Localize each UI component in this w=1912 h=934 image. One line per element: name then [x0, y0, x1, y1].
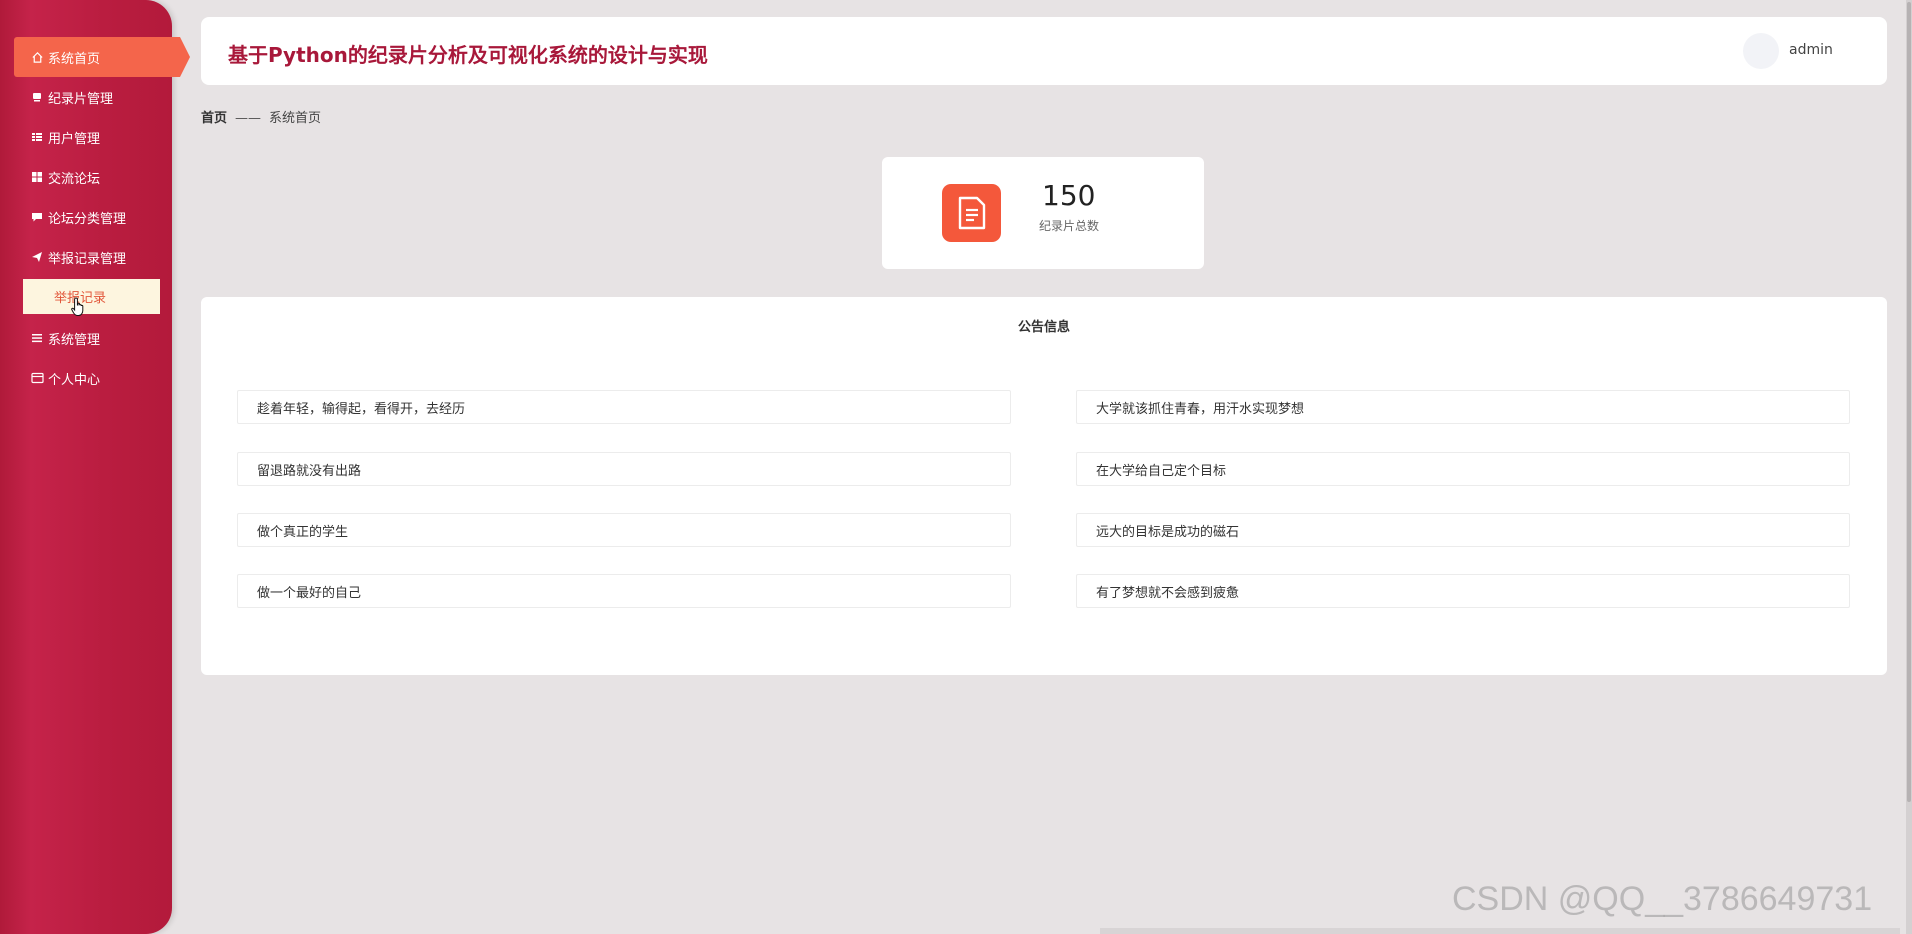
sidebar-item-label: 纪录片管理	[48, 91, 114, 107]
sidebar-item-forum[interactable]: 交流论坛	[0, 157, 172, 197]
notice-item[interactable]: 远大的目标是成功的磁石	[1076, 513, 1850, 547]
sidebar-item-label: 用户管理	[48, 131, 101, 147]
sidebar-item-label: 系统管理	[48, 332, 101, 348]
breadcrumb: 首页 —— 系统首页	[201, 107, 321, 126]
notice-item[interactable]: 做个真正的学生	[237, 513, 1011, 547]
sidebar-item-system[interactable]: 系统管理	[0, 318, 172, 358]
horizontal-scrollbar[interactable]	[1100, 928, 1900, 934]
top-header: 基于Python的纪录片分析及可视化系统的设计与实现 admin	[201, 17, 1887, 85]
sidebar-item-documentary[interactable]: 纪录片管理	[0, 77, 172, 117]
documentary-count-card: 150 纪录片总数	[882, 157, 1204, 269]
notice-item[interactable]: 在大学给自己定个目标	[1076, 452, 1850, 486]
chat-icon	[30, 210, 44, 224]
watermark-text: CSDN @QQ__3786649731	[1452, 880, 1873, 918]
sidebar-item-label: 论坛分类管理	[48, 211, 127, 227]
notice-panel: 公告信息 趁着年轻，输得起，看得开，去经历 大学就该抓住青春，用汗水实现梦想 留…	[201, 297, 1887, 675]
breadcrumb-home[interactable]: 首页	[201, 111, 227, 126]
notice-item[interactable]: 留退路就没有出路	[237, 452, 1011, 486]
sidebar-item-profile[interactable]: 个人中心	[0, 358, 172, 398]
sidebar-item-forum-category[interactable]: 论坛分类管理	[0, 197, 172, 237]
sidebar-item-home[interactable]: 系统首页	[14, 37, 190, 77]
page-title: 基于Python的纪录片分析及可视化系统的设计与实现	[228, 43, 708, 67]
sidebar-item-users[interactable]: 用户管理	[0, 117, 172, 157]
sidebar-item-label: 举报记录管理	[48, 251, 127, 267]
document-icon	[942, 184, 1001, 242]
notice-item[interactable]: 趁着年轻，输得起，看得开，去经历	[237, 390, 1011, 424]
pointer-cursor-icon	[71, 297, 87, 317]
sidebar-item-report-management[interactable]: 举报记录管理	[0, 237, 172, 277]
scrollbar-thumb[interactable]	[1907, 2, 1911, 802]
notice-item[interactable]: 做一个最好的自己	[237, 574, 1011, 608]
menu-icon	[30, 331, 44, 345]
sidebar: 系统首页 纪录片管理 用户管理 交流论坛 论坛分类管理 举报记录管理 举报记录 …	[0, 0, 190, 934]
breadcrumb-separator: ——	[235, 111, 262, 126]
sidebar-item-label: 系统首页	[48, 51, 101, 67]
notice-item[interactable]: 大学就该抓住青春，用汗水实现梦想	[1076, 390, 1850, 424]
stat-label: 纪录片总数	[1039, 219, 1100, 233]
sidebar-item-label: 个人中心	[48, 372, 101, 388]
send-icon	[30, 250, 44, 264]
breadcrumb-current: 系统首页	[269, 111, 322, 126]
card-icon	[30, 371, 44, 385]
film-icon	[30, 90, 44, 104]
avatar[interactable]	[1743, 33, 1779, 69]
stat-value: 150	[1042, 179, 1096, 212]
home-icon	[30, 50, 44, 64]
sidebar-nav: 系统首页 纪录片管理 用户管理 交流论坛 论坛分类管理 举报记录管理 举报记录 …	[0, 37, 190, 398]
sidebar-subitem-report-records[interactable]: 举报记录	[23, 279, 160, 314]
sidebar-item-label: 交流论坛	[48, 171, 101, 187]
vertical-scrollbar[interactable]	[1906, 0, 1912, 934]
username-label[interactable]: admin	[1789, 42, 1833, 58]
notice-item[interactable]: 有了梦想就不会感到疲惫	[1076, 574, 1850, 608]
notice-title: 公告信息	[1017, 320, 1070, 335]
apps-icon	[30, 170, 44, 184]
grid-icon	[30, 130, 44, 144]
